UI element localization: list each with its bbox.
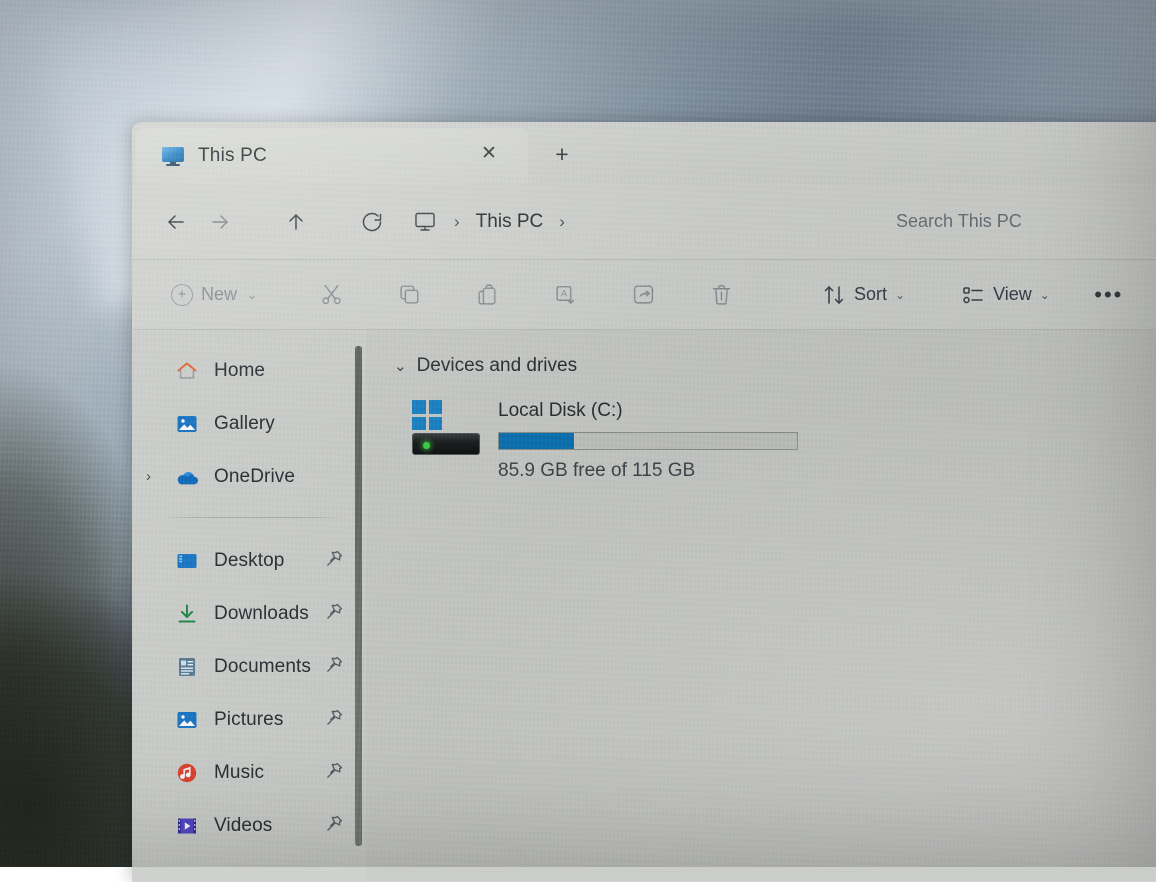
search-input[interactable]: Search This PC [896, 203, 1146, 241]
sidebar-item-home[interactable]: Home [132, 344, 366, 397]
content-pane: ⌄ Devices and drives Local Disk (C:) 85.… [366, 330, 1156, 881]
this-pc-monitor-icon [162, 147, 184, 166]
sidebar-item-onedrive[interactable]: › OneDrive [132, 450, 366, 503]
share-button[interactable] [604, 274, 682, 316]
videos-icon [174, 813, 200, 839]
delete-button[interactable] [682, 274, 760, 316]
search-placeholder: Search This PC [896, 211, 1022, 232]
up-button[interactable] [274, 200, 318, 244]
plus-icon: + [171, 284, 193, 306]
chevron-down-icon: ⌄ [1040, 288, 1050, 302]
drive-free-space-label: 85.9 GB free of 115 GB [498, 460, 1156, 482]
breadcrumb-separator-1[interactable]: › [444, 212, 470, 232]
gallery-icon [174, 411, 200, 437]
svg-text:A: A [560, 289, 567, 299]
windows-local-disk-icon [412, 400, 484, 460]
paste-button[interactable] [448, 274, 526, 316]
drive-name-label: Local Disk (C:) [498, 400, 1156, 422]
drive-capacity-bar [498, 432, 798, 450]
sidebar-item-music[interactable]: Music [132, 746, 366, 799]
sidebar-item-gallery[interactable]: Gallery [132, 397, 366, 450]
file-explorer-window: This PC ✕ + › This PC › Search This PC [132, 122, 1156, 882]
address-bar: › This PC › Search This PC [132, 184, 1156, 260]
breadcrumb-this-pc[interactable]: This PC [472, 211, 548, 233]
breadcrumb: › This PC › [408, 200, 896, 244]
sidebar-item-label: Pictures [214, 709, 283, 731]
drive-led-icon [423, 442, 430, 449]
drive-item-local-disk-c[interactable]: Local Disk (C:) 85.9 GB free of 115 GB [394, 400, 1156, 482]
navigation-pane-scrollbar[interactable] [355, 346, 362, 846]
pin-icon[interactable] [325, 761, 344, 785]
command-bar: + New ⌄ A Sort ⌄ View ⌄ [132, 260, 1156, 330]
music-icon [174, 760, 200, 786]
sidebar-item-label: Music [214, 762, 264, 784]
new-button[interactable]: + New ⌄ [158, 274, 270, 316]
sidebar-divider [158, 517, 348, 518]
tab-label: This PC [198, 145, 267, 167]
chevron-down-icon[interactable]: ⌄ [394, 357, 407, 375]
sidebar-item-downloads[interactable]: Downloads [132, 587, 366, 640]
this-pc-monitor-icon[interactable] [408, 207, 442, 237]
pin-icon[interactable] [325, 602, 344, 626]
pictures-icon [174, 707, 200, 733]
rename-button[interactable]: A [526, 274, 604, 316]
onedrive-cloud-icon [174, 464, 200, 490]
sidebar-item-label: OneDrive [214, 466, 295, 488]
view-button-label: View [993, 284, 1032, 305]
forward-button[interactable] [198, 200, 242, 244]
sidebar-item-label: Desktop [214, 550, 284, 572]
chevron-right-icon[interactable]: › [146, 450, 151, 503]
home-icon [174, 358, 200, 384]
sidebar-item-documents[interactable]: Documents [132, 640, 366, 693]
title-bar: This PC ✕ + [132, 122, 1156, 184]
breadcrumb-separator-2[interactable]: › [549, 212, 575, 232]
sidebar-item-videos[interactable]: Videos [132, 799, 366, 852]
devices-and-drives-group-header[interactable]: ⌄ Devices and drives [394, 350, 1156, 382]
window-body: Home Gallery › [132, 330, 1156, 881]
close-tab-icon[interactable]: ✕ [476, 140, 502, 166]
new-tab-icon[interactable]: + [548, 140, 576, 168]
sidebar-item-label: Videos [214, 815, 272, 837]
sidebar-item-label: Downloads [214, 603, 309, 625]
drive-body-shape [412, 433, 480, 455]
cut-button[interactable] [292, 274, 370, 316]
group-title: Devices and drives [417, 355, 578, 377]
sort-button-label: Sort [854, 284, 887, 305]
drive-capacity-fill [499, 433, 574, 449]
pin-icon[interactable] [325, 549, 344, 573]
chevron-down-icon: ⌄ [247, 288, 257, 302]
copy-button[interactable] [370, 274, 448, 316]
pin-icon[interactable] [325, 708, 344, 732]
new-button-label: New [201, 284, 237, 305]
sidebar-item-label: Gallery [214, 413, 275, 435]
pin-icon[interactable] [325, 655, 344, 679]
pin-icon[interactable] [325, 814, 344, 838]
documents-icon [174, 654, 200, 680]
sidebar-item-pictures[interactable]: Pictures [132, 693, 366, 746]
sort-button[interactable]: Sort ⌄ [808, 274, 919, 316]
sidebar-item-label: Home [214, 360, 265, 382]
refresh-button[interactable] [350, 200, 394, 244]
navigation-pane: Home Gallery › [132, 330, 366, 881]
desktop-icon [174, 548, 200, 574]
sidebar-item-desktop[interactable]: Desktop [132, 534, 366, 587]
back-button[interactable] [154, 200, 198, 244]
sidebar-item-label: Documents [214, 656, 311, 678]
downloads-icon [174, 601, 200, 627]
chevron-down-icon: ⌄ [895, 288, 905, 302]
tab-this-pc[interactable]: This PC [136, 128, 528, 184]
see-more-button[interactable]: ••• [1074, 274, 1144, 316]
view-button[interactable]: View ⌄ [947, 274, 1064, 316]
drive-info: Local Disk (C:) 85.9 GB free of 115 GB [484, 400, 1156, 482]
windows-logo-icon [412, 400, 442, 430]
